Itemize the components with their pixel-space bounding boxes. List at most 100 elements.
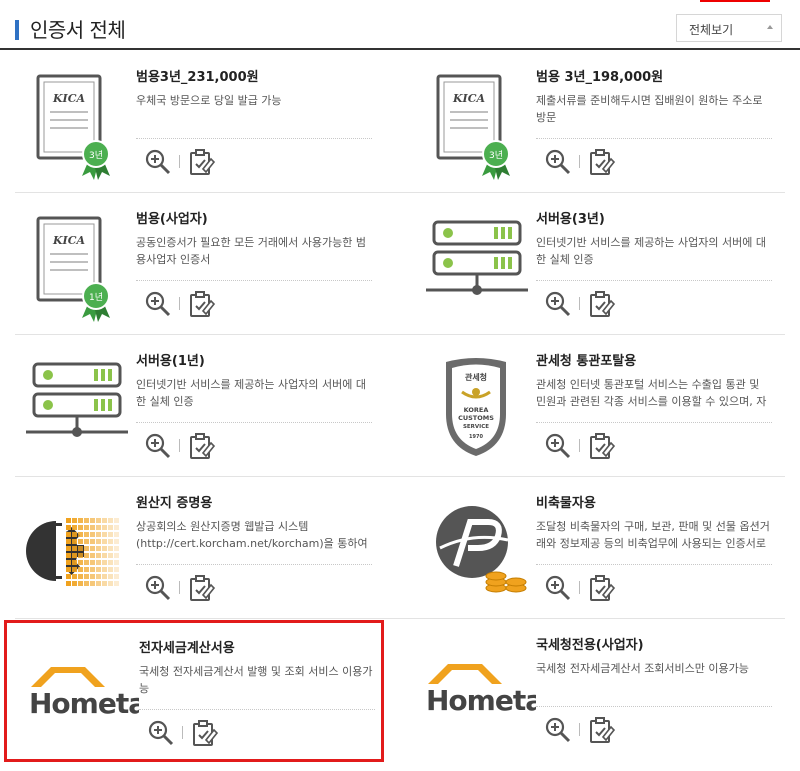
action-separator (579, 297, 580, 310)
action-separator (179, 439, 180, 452)
apply-clipboard-icon[interactable] (588, 148, 616, 176)
certificate-card[interactable]: KICA 3년 범용3년_231,000원우체국 방문으로 당일 발급 가능 (4, 52, 384, 194)
card-description: 공동인증서가 필요한 모든 거래에서 사용가능한 범용사업자 인증서 (136, 236, 367, 266)
card-title[interactable]: 비축물자용 (536, 492, 596, 511)
card-description: 조달청 비축물자의 구매, 보관, 판매 및 선물 옵션거래와 정보제공 등의 … (536, 520, 770, 550)
shield-text: SERVICE (463, 424, 489, 430)
certificate-card[interactable]: 서버용(3년) 인터넷기반 서비스를 제공하는 사업자의 서버에 대한 실체 인증 (404, 194, 784, 336)
card-description: 관세청 인터넷 통관포털 서비스는 수출입 통관 및 민원과 관련된 각종 서비… (536, 378, 767, 408)
hometax-logo-text: Hometax. (426, 684, 536, 717)
card-description: 인터넷기반 서비스를 제공하는 사업자의 서버에 대한 실체 인증 (136, 378, 367, 408)
dotted-divider (536, 564, 772, 565)
certificate-card[interactable]: Hometax. 전자세금계산서용국세청 전자세금계산서 발행 및 조회 서비스 … (4, 620, 384, 762)
filter-select-value: 전체보기 (689, 23, 734, 37)
certificate-card[interactable]: KICA 3년 범용 3년_198,000원제출서류를 준비해두시면 집배원이 원하… (404, 52, 784, 194)
card-title[interactable]: 서버용(3년) (536, 208, 605, 227)
zoom-in-icon[interactable] (544, 574, 572, 602)
card-description: 우체국 방문으로 당일 발급 가능 (136, 94, 282, 107)
action-separator (579, 723, 580, 736)
dotted-divider (536, 280, 772, 281)
gear-icon (26, 496, 136, 596)
shield-text: CUSTOMS (458, 414, 494, 422)
apply-clipboard-icon[interactable] (188, 432, 216, 460)
zoom-in-icon[interactable] (144, 290, 172, 318)
apply-clipboard-icon[interactable] (188, 290, 216, 318)
action-separator (179, 155, 180, 168)
action-separator (579, 439, 580, 452)
hometax-logo-icon: Hometax. (426, 638, 571, 738)
row-divider (15, 192, 785, 193)
hometax-logo-icon: Hometax. (29, 641, 174, 741)
apply-clipboard-icon[interactable] (588, 432, 616, 460)
dotted-divider (536, 422, 772, 423)
action-separator (179, 581, 180, 594)
row-divider (15, 618, 785, 619)
dotted-divider (536, 706, 772, 707)
validity-badge: 3년 (89, 150, 103, 161)
top-red-indicator (700, 0, 770, 2)
shield-text: 관세청 (465, 372, 487, 382)
apply-clipboard-icon[interactable] (188, 148, 216, 176)
chevron-up-icon (767, 25, 773, 29)
kica-logo-text: KICA (52, 92, 85, 105)
zoom-in-icon[interactable] (144, 574, 172, 602)
row-divider (15, 334, 785, 335)
customs-shield-icon: 관세청 KOREA CUSTOMS SERVICE 1970 (426, 354, 536, 456)
card-title[interactable]: 범용3년_231,000원 (136, 66, 259, 85)
dotted-divider (136, 280, 372, 281)
certificate-card[interactable]: 원산지 증명용상공회의소 원산지증명 웹발급 시스템(http://cert.k… (4, 478, 384, 620)
kica-logo-text: KICA (452, 92, 485, 105)
apply-clipboard-icon[interactable] (588, 716, 616, 744)
hometax-logo-text: Hometax. (29, 687, 139, 720)
card-description: 제출서류를 준비해두시면 집배원이 원하는 주소로 방문 (536, 94, 763, 124)
certificate-card[interactable]: 비축물자용조달청 비축물자의 구매, 보관, 판매 및 선물 옵션거래와 정보제… (404, 478, 784, 620)
certificate-card[interactable]: 서버용(1년) 인터넷기반 서비스를 제공하는 사업자의 서버에 대한 실체 인증 (4, 336, 384, 478)
card-title[interactable]: 국세청전용(사업자) (536, 634, 644, 653)
zoom-in-icon[interactable] (544, 432, 572, 460)
card-title[interactable]: 서버용(1년) (136, 350, 205, 369)
apply-clipboard-icon[interactable] (588, 574, 616, 602)
dotted-divider (136, 564, 372, 565)
card-description: 상공회의소 원산지증명 웹발급 시스템(http://cert.korcham.… (136, 520, 368, 550)
certificate-card[interactable]: KICA 1년 범용(사업자) 공동인증서가 필요한 모든 거래에서 사용가능한 범용… (4, 194, 384, 336)
section-header: 인증서 전체 전체보기 (0, 0, 800, 50)
card-description: 국세청 전자세금계산서 발행 및 조회 서비스 이용가능 (139, 665, 373, 695)
card-title[interactable]: 범용 3년_198,000원 (536, 66, 663, 85)
kica-certificate-icon: KICA 3년 (426, 70, 536, 180)
card-description: 국세청 전자세금계산서 조회서비스만 이용가능 (536, 662, 749, 675)
action-separator (579, 155, 580, 168)
filter-select[interactable]: 전체보기 (676, 14, 782, 42)
shield-text: 1970 (469, 434, 483, 440)
dotted-divider (136, 138, 372, 139)
zoom-in-icon[interactable] (544, 148, 572, 176)
apply-clipboard-icon[interactable] (191, 719, 219, 747)
action-separator (179, 297, 180, 310)
kica-certificate-icon: KICA 3년 (26, 70, 136, 180)
action-separator (182, 726, 183, 739)
page-title: 인증서 전체 (30, 18, 126, 42)
validity-badge: 3년 (489, 150, 503, 161)
apply-clipboard-icon[interactable] (588, 290, 616, 318)
card-title[interactable]: 전자세금계산서용 (139, 637, 235, 656)
card-description: 인터넷기반 서비스를 제공하는 사업자의 서버에 대한 실체 인증 (536, 236, 767, 266)
card-title[interactable]: 관세청 통관포탈용 (536, 350, 636, 369)
zoom-in-icon[interactable] (144, 148, 172, 176)
row-divider (15, 476, 785, 477)
zoom-in-icon[interactable] (544, 716, 572, 744)
action-separator (579, 581, 580, 594)
dotted-divider (136, 422, 372, 423)
stockpile-coin-icon (426, 496, 536, 596)
shield-text: KOREA (464, 406, 489, 414)
zoom-in-icon[interactable] (544, 290, 572, 318)
header-accent-bar (15, 20, 19, 40)
card-title[interactable]: 원산지 증명용 (136, 492, 212, 511)
apply-clipboard-icon[interactable] (188, 574, 216, 602)
dotted-divider (139, 709, 375, 710)
certificate-card[interactable]: Hometax. 국세청전용(사업자) 국세청 전자세금계산서 조회서비스만 이용가… (404, 620, 784, 762)
zoom-in-icon[interactable] (144, 432, 172, 460)
validity-badge: 1년 (89, 292, 103, 303)
certificate-card[interactable]: 관세청 KOREA CUSTOMS SERVICE 1970 관세청 통관포탈용관세청 인… (404, 336, 784, 478)
card-title[interactable]: 범용(사업자) (136, 208, 208, 227)
kica-logo-text: KICA (52, 234, 85, 247)
zoom-in-icon[interactable] (147, 719, 175, 747)
